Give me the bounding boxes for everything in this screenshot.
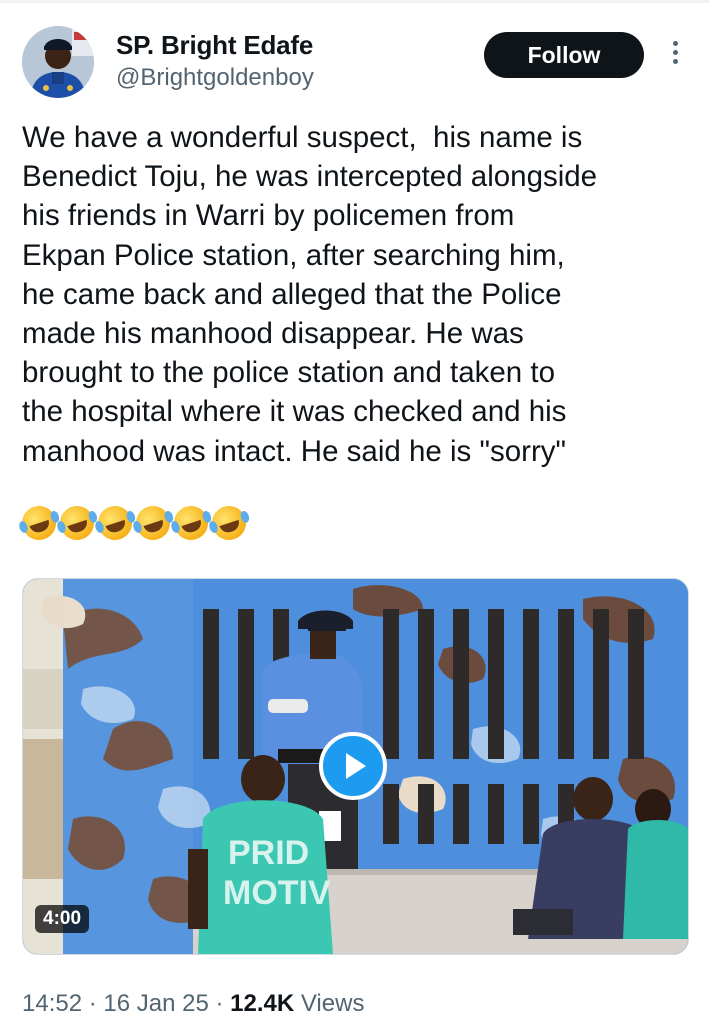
rolling-on-the-floor-laughing-emoji xyxy=(55,501,99,545)
shirt-text-line1: PRID xyxy=(228,834,309,872)
more-dot xyxy=(672,41,678,46)
rolling-on-the-floor-laughing-emoji xyxy=(17,501,61,545)
tweet-header: SP. Bright Edafe @Brightgoldenboy Follow xyxy=(22,24,689,104)
rolling-on-the-floor-laughing-emoji xyxy=(93,501,137,545)
author-avatar[interactable] xyxy=(22,26,94,98)
meta-separator: · xyxy=(82,990,104,1017)
author-display-name[interactable]: SP. Bright Edafe xyxy=(116,30,313,61)
views-label: Views xyxy=(294,990,365,1017)
tweet-time[interactable]: 14:52 xyxy=(22,990,82,1017)
tweet-text: We have a wonderful suspect, his name is… xyxy=(22,121,598,468)
more-dot xyxy=(672,50,678,55)
meta-separator: · xyxy=(208,990,231,1017)
video-duration-badge: 4:00 xyxy=(35,905,90,933)
rolling-on-the-floor-laughing-emoji xyxy=(207,501,251,545)
more-dot xyxy=(672,59,678,64)
emoji-row xyxy=(17,501,251,546)
tweet-date[interactable]: 16 Jan 25 xyxy=(103,990,208,1017)
tweet-meta: 14:52 · 16 Jan 25 · 12.4K Views xyxy=(22,990,364,1018)
more-options-icon[interactable] xyxy=(668,38,682,72)
play-icon[interactable] xyxy=(319,732,387,800)
rolling-on-the-floor-laughing-emoji xyxy=(169,501,213,545)
top-divider xyxy=(0,0,709,3)
views-count: 12.4K xyxy=(230,990,295,1017)
shirt-text-line2: MOTIV xyxy=(223,874,331,912)
follow-button[interactable]: Follow xyxy=(484,32,644,78)
rolling-on-the-floor-laughing-emoji xyxy=(131,501,175,545)
author-handle[interactable]: @Brightgoldenboy xyxy=(116,64,314,92)
video-thumbnail[interactable]: PRID MOTIV 4:00 xyxy=(22,578,689,955)
